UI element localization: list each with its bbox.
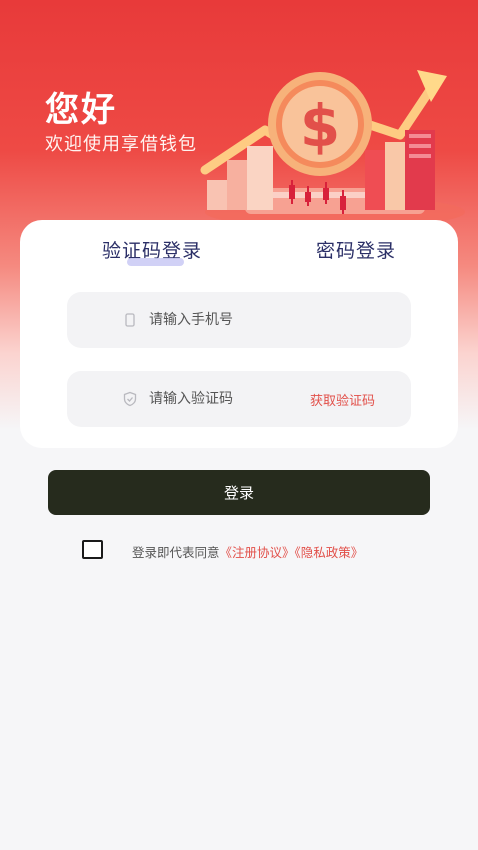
phone-icon [125,313,135,327]
verification-code-input[interactable] [149,385,299,413]
tab-password-login[interactable]: 密码登录 [316,236,396,263]
svg-text:$: $ [300,92,340,160]
agreement-text: 登录即代表同意《注册协议》《隐私政策》 [132,542,363,561]
register-agreement-link[interactable]: 《注册协议》 [220,545,295,560]
agreement-prefix: 登录即代表同意 [132,545,220,560]
dollar-coin-icon: $ [268,72,372,176]
phone-field [67,292,411,348]
greeting-title: 您好 [45,90,117,130]
privacy-policy-link[interactable]: 《隐私政策》 [295,545,364,560]
login-card: 验证码登录 密码登录 获取验证码 [20,220,458,448]
shield-icon [123,391,137,407]
phone-input[interactable] [149,306,299,334]
welcome-subtitle: 欢迎使用享借钱包 [45,134,197,155]
active-tab-indicator [127,258,184,266]
login-button[interactable]: 登录 [48,470,430,515]
code-field: 获取验证码 [67,371,411,427]
agreement-checkbox[interactable] [82,540,103,559]
finance-illustration: $ [200,70,465,228]
get-code-button[interactable]: 获取验证码 [310,390,375,409]
